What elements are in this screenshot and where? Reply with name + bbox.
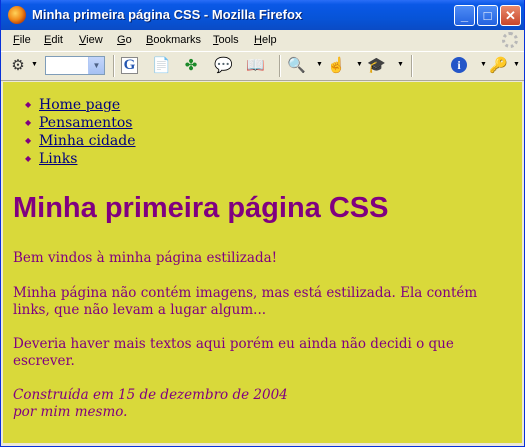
- link-minha-cidade[interactable]: Minha cidade: [39, 133, 136, 149]
- list-item: Pensamentos: [25, 114, 136, 132]
- cap-dropdown[interactable]: ▼: [397, 61, 404, 68]
- info-dropdown[interactable]: ▼: [480, 61, 487, 68]
- throbber-icon: [502, 32, 518, 48]
- menu-view[interactable]: View: [79, 34, 103, 46]
- menu-bookmarks[interactable]: Bookmarks: [146, 34, 201, 46]
- info-icon[interactable]: i: [451, 57, 467, 73]
- nav-list: Home page Pensamentos Minha cidade Links: [25, 96, 136, 168]
- window-title: Minha primeira página CSS - Mozilla Fire…: [32, 7, 303, 22]
- page-content: Home page Pensamentos Minha cidade Links…: [3, 82, 522, 443]
- menu-go[interactable]: Go: [117, 34, 132, 46]
- menu-help[interactable]: Help: [254, 34, 277, 46]
- browser-window: Minha primeira página CSS - Mozilla Fire…: [0, 0, 525, 447]
- comment-icon[interactable]: 💬: [214, 57, 233, 75]
- link-links[interactable]: Links: [39, 151, 77, 167]
- zoom-icon[interactable]: 🔍: [287, 57, 306, 75]
- paragraph-more-text: Deveria haver mais textos aqui porém eu …: [13, 336, 454, 369]
- user-edit-icon[interactable]: 🔑: [489, 57, 508, 75]
- footer-line-1: Construída em 15 de dezembro de 2004: [13, 387, 288, 403]
- back-dropdown[interactable]: ▼: [31, 61, 38, 68]
- pointer-dropdown[interactable]: ▼: [356, 61, 363, 68]
- pointer-icon[interactable]: ☝: [327, 57, 346, 75]
- menu-tools[interactable]: Tools: [213, 34, 239, 46]
- toolbar: ⚙ ▼ ▼ G 📄 ✤ 💬 📖 🔍 ▼ ☝ ▼ 🎓 ▼ i ▼ 🔑 ▼: [1, 51, 524, 81]
- footer-line-2: por mim mesmo.: [13, 404, 128, 420]
- font-size-select[interactable]: ▼: [45, 56, 105, 75]
- maximize-button[interactable]: □: [477, 5, 498, 26]
- list-item: Links: [25, 150, 136, 168]
- back-icon[interactable]: ⚙: [9, 57, 27, 75]
- footer-signature: Construída em 15 de dezembro de 2004 por …: [13, 387, 288, 421]
- title-bar[interactable]: Minha primeira página CSS - Mozilla Fire…: [1, 0, 524, 30]
- link-pensamentos[interactable]: Pensamentos: [39, 115, 132, 131]
- close-button[interactable]: ✕: [500, 5, 521, 26]
- menu-file[interactable]: File: [13, 34, 31, 46]
- firefox-icon[interactable]: [8, 6, 26, 24]
- more-dropdown[interactable]: ▼: [513, 61, 520, 68]
- clover-icon[interactable]: ✤: [182, 57, 200, 75]
- link-home-page[interactable]: Home page: [39, 97, 120, 113]
- book-icon[interactable]: 📖: [246, 57, 265, 75]
- zoom-dropdown[interactable]: ▼: [316, 61, 323, 68]
- list-item: Home page: [25, 96, 136, 114]
- paragraph-welcome: Bem vindos à minha página estilizada!: [13, 250, 278, 266]
- menu-bar: File Edit View Go Bookmarks Tools Help: [1, 30, 524, 51]
- graduation-cap-icon[interactable]: 🎓: [367, 57, 386, 75]
- google-icon[interactable]: G: [121, 57, 138, 74]
- chevron-down-icon[interactable]: ▼: [88, 57, 104, 74]
- menu-edit[interactable]: Edit: [44, 34, 63, 46]
- page-title: Minha primeira página CSS: [13, 192, 389, 224]
- list-item: Minha cidade: [25, 132, 136, 150]
- minimize-button[interactable]: _: [454, 5, 475, 26]
- translate-icon[interactable]: 📄: [152, 57, 171, 75]
- paragraph-description: Minha página não contém imagens, mas est…: [13, 285, 478, 318]
